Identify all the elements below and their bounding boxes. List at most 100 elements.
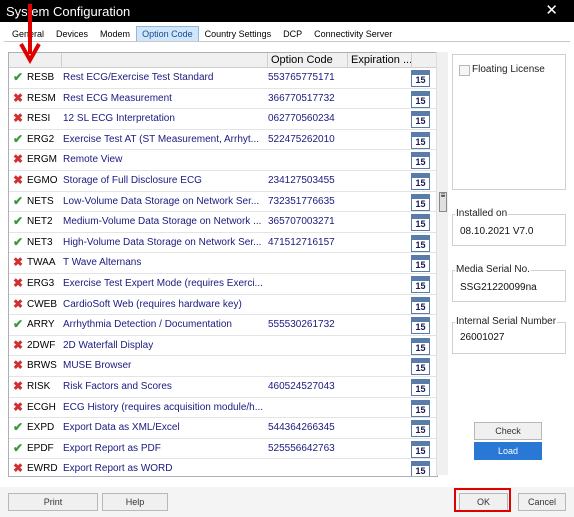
row-expiration[interactable] (345, 459, 407, 476)
row-option-code[interactable]: 555530261732 (268, 315, 344, 334)
table-row[interactable]: ✖ EWRD Export Report as WORD 15 (9, 459, 437, 476)
row-expiration[interactable] (345, 130, 407, 149)
calendar-icon[interactable]: 15 (411, 172, 430, 190)
row-calendar[interactable]: 15 (410, 315, 430, 335)
tab-dcp[interactable]: DCP (277, 26, 308, 42)
row-calendar[interactable]: 15 (410, 253, 430, 273)
row-calendar[interactable]: 15 (410, 150, 430, 170)
table-row[interactable]: ✔ NET3 High-Volume Data Storage on Network… (9, 233, 437, 254)
row-option-code[interactable] (268, 336, 344, 355)
row-expiration[interactable] (345, 439, 407, 458)
header-calendar[interactable] (412, 53, 436, 67)
table-row[interactable]: ✔ NET2 Medium-Volume Data Storage on Netwo… (9, 212, 437, 233)
calendar-icon[interactable]: 15 (411, 234, 430, 252)
tab-modem[interactable]: Modem (94, 26, 136, 42)
row-calendar[interactable]: 15 (410, 439, 430, 458)
row-calendar[interactable]: 15 (410, 68, 430, 87)
row-calendar[interactable]: 15 (410, 171, 430, 190)
row-calendar[interactable]: 15 (410, 377, 430, 396)
row-option-code[interactable] (268, 398, 344, 417)
row-expiration[interactable] (345, 150, 407, 169)
row-option-code[interactable]: 471512716157 (268, 233, 344, 252)
calendar-icon[interactable]: 15 (411, 90, 430, 108)
table-row[interactable]: ✔ ARRY Arrhythmia Detection / Documentatio… (9, 315, 437, 336)
tab-devices[interactable]: Devices (50, 26, 94, 42)
row-calendar[interactable]: 15 (410, 398, 430, 417)
row-calendar[interactable]: 15 (410, 192, 430, 211)
table-row[interactable]: ✖ RISK Risk Factors and Scores 460524527043… (9, 377, 437, 398)
row-expiration[interactable] (345, 336, 407, 355)
tab-option-code[interactable]: Option Code (136, 26, 199, 42)
row-expiration[interactable] (345, 356, 407, 375)
row-calendar[interactable]: 15 (410, 130, 430, 149)
table-row[interactable]: ✖ ERG3 Exercise Test Expert Mode (requires… (9, 274, 437, 295)
row-option-code[interactable]: 544364266345 (268, 418, 344, 437)
table-row[interactable]: ✖ EGMO Storage of Full Disclosure ECG 23412… (9, 171, 437, 192)
calendar-icon[interactable]: 15 (411, 275, 430, 293)
calendar-icon[interactable]: 15 (411, 296, 430, 314)
table-row[interactable]: ✖ ERGM Remote View 15 (9, 150, 437, 171)
row-option-code[interactable] (268, 356, 344, 375)
row-calendar[interactable]: 15 (410, 418, 430, 438)
grid-scrollbar[interactable]: ≡ (436, 52, 448, 475)
row-option-code[interactable]: 062770560234 (268, 109, 344, 128)
help-button[interactable]: Help (102, 493, 168, 511)
row-expiration[interactable] (345, 109, 407, 128)
table-row[interactable]: ✖ CWEB CardioSoft Web (requires hardware k… (9, 295, 437, 316)
calendar-icon[interactable]: 15 (411, 461, 430, 476)
calendar-icon[interactable]: 15 (411, 193, 430, 211)
header-expiration[interactable]: Expiration ... (348, 53, 412, 67)
row-option-code[interactable] (268, 253, 344, 272)
row-expiration[interactable] (345, 418, 407, 437)
row-calendar[interactable]: 15 (410, 459, 430, 476)
row-expiration[interactable] (345, 295, 407, 314)
calendar-icon[interactable]: 15 (411, 152, 430, 170)
tab-country-settings[interactable]: Country Settings (199, 26, 278, 42)
row-expiration[interactable] (345, 171, 407, 190)
tab-connectivity-server[interactable]: Connectivity Server (308, 26, 398, 42)
calendar-icon[interactable]: 15 (411, 337, 430, 355)
table-row[interactable]: ✖ ECGH ECG History (requires acquisition m… (9, 398, 437, 419)
row-expiration[interactable] (345, 377, 407, 396)
row-expiration[interactable] (345, 192, 407, 211)
row-option-code[interactable]: 553765775171 (268, 68, 344, 87)
row-option-code[interactable] (268, 274, 344, 293)
row-calendar[interactable]: 15 (410, 89, 430, 108)
table-row[interactable]: ✖ 2DWF 2D Waterfall Display 15 (9, 336, 437, 357)
table-row[interactable]: ✖ RESM Rest ECG Measurement 366770517732 15 (9, 89, 437, 110)
calendar-icon[interactable]: 15 (411, 70, 430, 87)
row-calendar[interactable]: 15 (410, 212, 430, 232)
row-calendar[interactable]: 15 (410, 233, 430, 252)
table-row[interactable]: ✔ EXPD Export Data as XML/Excel 54436426634… (9, 418, 437, 439)
calendar-icon[interactable]: 15 (411, 111, 430, 129)
table-row[interactable]: ✖ TWAA T Wave Alternans 15 (9, 253, 437, 274)
calendar-icon[interactable]: 15 (411, 131, 430, 149)
table-row[interactable]: ✔ ERG2 Exercise Test AT (ST Measurement, A… (9, 130, 437, 151)
load-button[interactable]: Load (474, 442, 542, 460)
calendar-icon[interactable]: 15 (411, 399, 430, 417)
row-calendar[interactable]: 15 (410, 274, 430, 293)
row-expiration[interactable] (345, 253, 407, 272)
row-option-code[interactable]: 732351776635 (268, 192, 344, 211)
table-row[interactable]: ✔ EPDF Export Report as PDF 525556642763 15 (9, 439, 437, 460)
row-expiration[interactable] (345, 233, 407, 252)
row-option-code[interactable]: 525556642763 (268, 439, 344, 458)
table-row[interactable]: ✔ RESB Rest ECG/Exercise Test Standard 5537… (9, 68, 437, 89)
calendar-icon[interactable]: 15 (411, 440, 430, 458)
calendar-icon[interactable]: 15 (411, 255, 430, 273)
calendar-icon[interactable]: 15 (411, 317, 430, 335)
check-button[interactable]: Check (474, 422, 542, 440)
scrollbar-thumb[interactable]: ≡ (439, 192, 447, 212)
table-row[interactable]: ✖ BRWS MUSE Browser 15 (9, 356, 437, 377)
row-expiration[interactable] (345, 89, 407, 108)
row-option-code[interactable]: 366770517732 (268, 89, 344, 108)
calendar-icon[interactable]: 15 (411, 214, 430, 232)
row-calendar[interactable]: 15 (410, 356, 430, 376)
floating-license-checkbox[interactable] (459, 65, 470, 76)
row-option-code[interactable] (268, 150, 344, 169)
row-option-code[interactable] (268, 295, 344, 314)
row-option-code[interactable]: 234127503455 (268, 171, 344, 190)
row-option-code[interactable] (268, 459, 344, 476)
row-option-code[interactable]: 365707003271 (268, 212, 344, 231)
print-button[interactable]: Print (8, 493, 98, 511)
